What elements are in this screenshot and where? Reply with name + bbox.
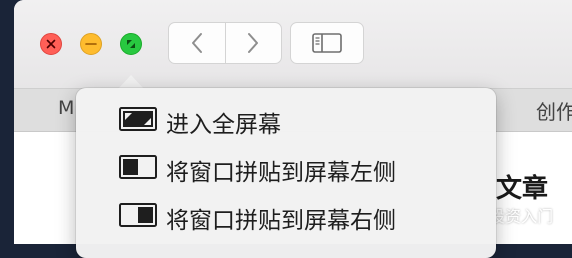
tile-left-icon [119, 155, 157, 179]
toolbar [14, 0, 572, 89]
menu-item-enter-fullscreen[interactable]: 进入全屏幕 [76, 98, 496, 142]
minimize-button[interactable] [80, 33, 102, 55]
menu-item-tile-left[interactable]: 将窗口拼贴到屏幕左侧 [76, 146, 496, 190]
fullscreen-button[interactable] [120, 33, 142, 55]
back-button[interactable] [169, 23, 225, 63]
navigation-buttons [168, 22, 282, 64]
menu-item-label: 将窗口拼贴到屏幕左侧 [166, 160, 396, 186]
close-button[interactable] [40, 33, 62, 55]
tab-left[interactable]: M [58, 97, 74, 119]
menu-item-tile-right[interactable]: 将窗口拼贴到屏幕右侧 [76, 194, 496, 238]
tab-create[interactable]: 创作 [536, 96, 572, 125]
menu-item-label: 将窗口拼贴到屏幕右侧 [166, 208, 396, 234]
forward-button[interactable] [224, 23, 282, 63]
menu-pointer [118, 75, 144, 89]
fullscreen-arrows-icon [127, 40, 135, 48]
sidebar-icon [312, 33, 342, 53]
menu-item-label: 进入全屏幕 [166, 112, 281, 138]
minimize-icon [85, 43, 97, 45]
sidebar-toggle-button[interactable] [290, 22, 364, 64]
chevron-left-icon [191, 33, 202, 53]
article-heading: 文章 [496, 174, 549, 204]
close-icon [46, 39, 56, 49]
enter-fullscreen-icon [119, 107, 157, 131]
fullscreen-context-menu: 进入全屏幕 将窗口拼贴到屏幕左侧 将窗口拼贴到屏幕右侧 [76, 88, 496, 258]
tile-right-icon [119, 203, 157, 227]
chevron-right-icon [248, 33, 259, 53]
